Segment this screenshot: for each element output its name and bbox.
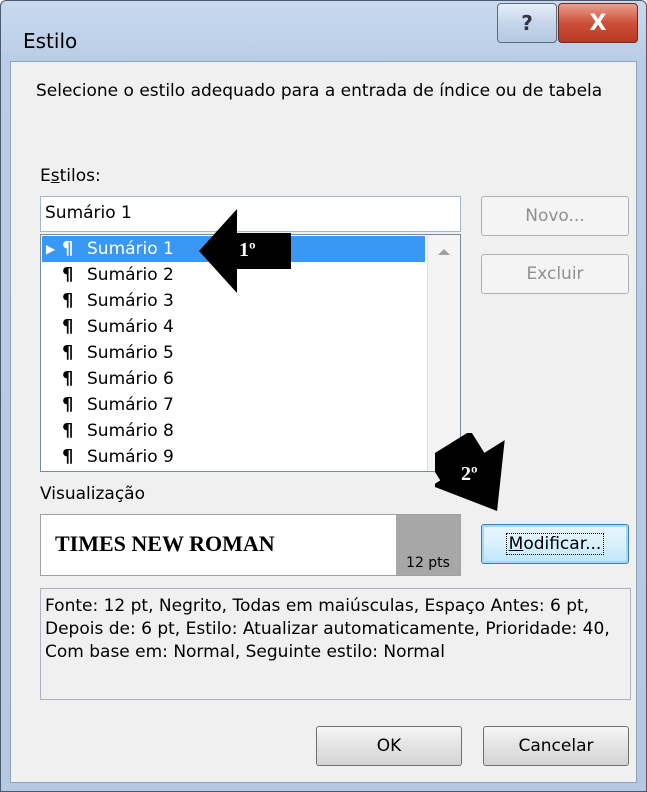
help-icon: ?	[521, 11, 533, 35]
modify-button[interactable]: Modificar...	[481, 524, 629, 564]
dialog-body: Selecione o estilo adequado para a entra…	[10, 61, 637, 783]
style-list-item[interactable]: ¶ Sumário 6	[42, 366, 425, 392]
paragraph-icon: ¶	[62, 316, 74, 337]
annotation-label-2: 2º	[461, 463, 478, 485]
style-list-item[interactable]: ¶ Sumário 4	[42, 314, 425, 340]
style-list-item-label: Sumário 1	[87, 239, 174, 259]
title-bar[interactable]: Estilo ? X	[1, 1, 646, 61]
style-list-item[interactable]: ¶ Sumário 8	[42, 418, 425, 444]
annotation-label-1: 1º	[239, 239, 256, 261]
paragraph-icon: ¶	[62, 394, 74, 415]
instruction-text: Selecione o estilo adequado para a entra…	[36, 81, 603, 101]
cancel-button[interactable]: Cancelar	[483, 726, 629, 766]
annotation-arrow-2-icon	[435, 433, 505, 511]
paragraph-icon: ¶	[62, 446, 74, 467]
new-button[interactable]: Novo...	[481, 196, 629, 236]
paragraph-icon: ¶	[62, 290, 74, 311]
style-list-item-label: Sumário 8	[87, 421, 174, 441]
delete-button[interactable]: Excluir	[481, 254, 629, 294]
selected-marker-icon: ▶	[46, 242, 56, 256]
style-list-item-label: Sumário 6	[87, 369, 174, 389]
paragraph-icon: ¶	[62, 368, 74, 389]
style-list-item[interactable]: ¶ Sumário 5	[42, 340, 425, 366]
styles-label: Estilos:	[40, 166, 101, 186]
preview-sample-text: TIMES NEW ROMAN	[55, 531, 275, 556]
ok-button[interactable]: OK	[316, 726, 462, 766]
paragraph-icon: ¶	[62, 238, 74, 259]
style-list-item-label: Sumário 3	[87, 291, 174, 311]
style-list-item-label: Sumário 9	[87, 447, 174, 467]
style-list-item-label: Sumário 7	[87, 395, 174, 415]
style-list-item[interactable]: ¶ Sumário 7	[42, 392, 425, 418]
paragraph-icon: ¶	[62, 420, 74, 441]
paragraph-icon: ¶	[62, 342, 74, 363]
style-list-item-label: Sumário 5	[87, 343, 174, 363]
style-list-item-label: Sumário 4	[87, 317, 174, 337]
paragraph-icon: ¶	[62, 264, 74, 285]
style-dialog: Estilo ? X Selecione o estilo adequado p…	[0, 0, 647, 792]
preview-box: TIMES NEW ROMAN 12 pts	[40, 514, 461, 576]
close-button[interactable]: X	[558, 3, 638, 43]
close-icon: X	[589, 10, 607, 36]
preview-size-badge: 12 pts	[396, 515, 460, 575]
style-list-item-label: Sumário 2	[87, 265, 174, 285]
style-description: Fonte: 12 pt, Negrito, Todas em maiúscul…	[40, 588, 631, 700]
help-button[interactable]: ?	[497, 3, 557, 43]
preview-label: Visualização	[40, 484, 145, 504]
style-list-item[interactable]: ¶ Sumário 9	[42, 444, 425, 470]
scroll-up-arrow-icon[interactable]	[438, 249, 450, 255]
dialog-title: Estilo	[23, 29, 78, 53]
